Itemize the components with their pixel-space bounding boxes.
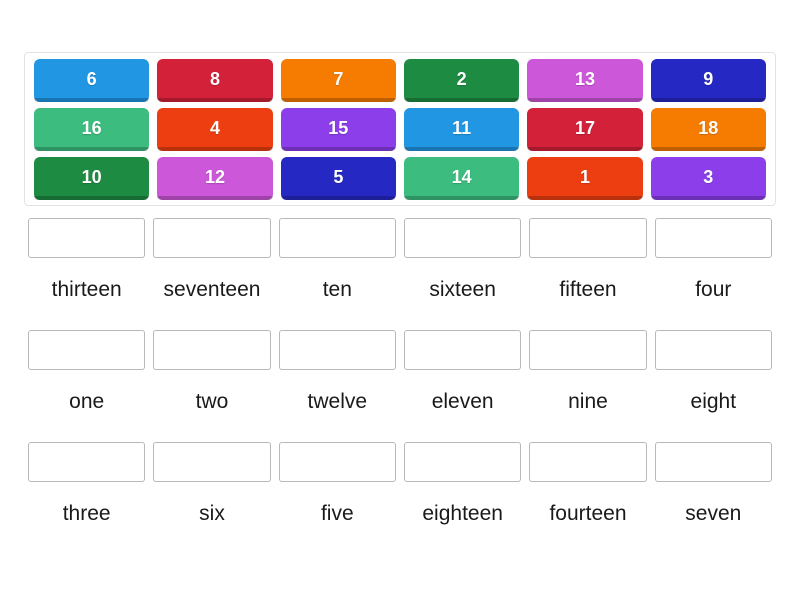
- drop-zone[interactable]: [153, 330, 271, 370]
- answer-cell: nine: [529, 330, 647, 442]
- answer-cell: sixteen: [403, 218, 522, 330]
- number-tile-label: 15: [328, 118, 349, 138]
- drop-zone[interactable]: [654, 330, 772, 370]
- answer-row: three six five eighteen fourteen seven: [24, 442, 776, 554]
- answer-cell: two: [153, 330, 271, 442]
- answer-cell: fourteen: [529, 442, 647, 554]
- answer-row: one two twelve eleven nine eight: [24, 330, 776, 442]
- drop-zone[interactable]: [153, 442, 271, 482]
- drop-zone[interactable]: [278, 442, 396, 482]
- number-tile-label: 7: [333, 69, 344, 89]
- number-tile-label: 17: [574, 118, 595, 138]
- number-tile-label: 16: [81, 118, 102, 138]
- drop-zone[interactable]: [153, 218, 271, 258]
- number-tile[interactable]: 14: [403, 157, 520, 200]
- answer-word-label: nine: [568, 390, 608, 413]
- drop-zone[interactable]: [654, 442, 772, 482]
- drop-zone[interactable]: [403, 442, 522, 482]
- answer-word-label: two: [195, 390, 229, 413]
- number-tile[interactable]: 10: [34, 157, 150, 200]
- number-tile-label: 13: [574, 69, 595, 89]
- answer-word-label: fifteen: [559, 278, 617, 301]
- answer-word-label: eighteen: [422, 502, 503, 525]
- answer-word-label: ten: [322, 278, 352, 301]
- answer-cell: four: [654, 218, 772, 330]
- answer-cell: three: [28, 442, 146, 554]
- number-tile[interactable]: 5: [280, 157, 397, 200]
- answer-word-label: four: [695, 278, 732, 301]
- number-tile-label: 11: [452, 118, 472, 138]
- answer-cell: eighteen: [403, 442, 522, 554]
- answer-word-label: eight: [690, 390, 737, 413]
- drop-zone[interactable]: [403, 330, 522, 370]
- drop-zone[interactable]: [28, 218, 146, 258]
- answer-cell: one: [28, 330, 146, 442]
- number-tile[interactable]: 13: [527, 59, 643, 102]
- answer-cell: thirteen: [28, 218, 146, 330]
- answer-word-label: one: [69, 390, 105, 413]
- number-tile-label: 8: [209, 69, 220, 89]
- answer-cell: eight: [654, 330, 772, 442]
- number-tile[interactable]: 3: [650, 157, 767, 200]
- number-tile-label: 3: [703, 167, 714, 187]
- drop-zone[interactable]: [529, 330, 647, 370]
- answer-grid: thirteen seventeen ten sixteen fifteen four on…: [24, 218, 776, 554]
- number-tile[interactable]: 6: [34, 59, 150, 102]
- number-tile-label: 12: [204, 167, 225, 187]
- drop-zone[interactable]: [278, 218, 396, 258]
- answer-cell: seven: [654, 442, 772, 554]
- answer-word-label: seventeen: [163, 278, 261, 301]
- number-tile[interactable]: 17: [527, 108, 643, 151]
- number-tile[interactable]: 12: [157, 157, 273, 200]
- number-tile[interactable]: 9: [650, 59, 767, 102]
- tile-row: 6 8 7 2 13 9: [30, 59, 770, 102]
- number-tile[interactable]: 8: [157, 59, 273, 102]
- drop-zone[interactable]: [28, 442, 146, 482]
- drop-zone[interactable]: [654, 218, 772, 258]
- number-tile-label: 18: [698, 118, 719, 138]
- answer-word-label: sixteen: [429, 278, 496, 301]
- number-tile[interactable]: 18: [650, 108, 767, 151]
- answer-word-label: five: [320, 502, 354, 525]
- answer-word-label: twelve: [307, 390, 368, 413]
- number-tile-label: 6: [86, 69, 97, 89]
- answer-word-label: three: [62, 502, 111, 525]
- answer-cell: six: [153, 442, 271, 554]
- number-tile-label: 5: [333, 167, 344, 187]
- number-tile-label: 10: [81, 167, 102, 187]
- answer-word-label: seven: [685, 502, 742, 525]
- number-tile[interactable]: 1: [527, 157, 643, 200]
- number-tile[interactable]: 15: [280, 108, 397, 151]
- number-tile-label: 4: [209, 118, 220, 138]
- number-tile[interactable]: 11: [403, 108, 520, 151]
- number-tile[interactable]: 16: [34, 108, 150, 151]
- number-tile-label: 14: [451, 167, 472, 187]
- answer-cell: eleven: [403, 330, 522, 442]
- number-tile[interactable]: 2: [403, 59, 520, 102]
- drop-zone[interactable]: [529, 218, 647, 258]
- answer-cell: twelve: [278, 330, 396, 442]
- tile-row: 16 4 15 11 17 18: [30, 108, 770, 151]
- answer-word-label: thirteen: [51, 278, 122, 301]
- answer-word-label: six: [199, 502, 225, 525]
- number-tile-label: 9: [703, 69, 714, 89]
- tile-bank: 6 8 7 2 13 9 16 4 15 11 17 18 10 12 5 14 1 3: [24, 52, 776, 206]
- drop-zone[interactable]: [28, 330, 146, 370]
- drop-zone[interactable]: [529, 442, 647, 482]
- number-tile[interactable]: 7: [280, 59, 397, 102]
- answer-cell: ten: [278, 218, 396, 330]
- number-tile[interactable]: 4: [157, 108, 273, 151]
- tile-row: 10 12 5 14 1 3: [30, 157, 770, 200]
- answer-cell: fifteen: [529, 218, 647, 330]
- number-tile-label: 2: [456, 69, 467, 89]
- answer-word-label: fourteen: [549, 502, 627, 525]
- answer-row: thirteen seventeen ten sixteen fifteen four: [24, 218, 776, 330]
- answer-cell: seventeen: [153, 218, 271, 330]
- drop-zone[interactable]: [403, 218, 522, 258]
- answer-word-label: eleven: [431, 390, 494, 413]
- match-up-activity: 6 8 7 2 13 9 16 4 15 11 17 18 10 12 5 14 1 3 thirteen seve…: [0, 0, 800, 600]
- answer-cell: five: [278, 442, 396, 554]
- number-tile-label: 1: [579, 167, 590, 187]
- drop-zone[interactable]: [278, 330, 396, 370]
